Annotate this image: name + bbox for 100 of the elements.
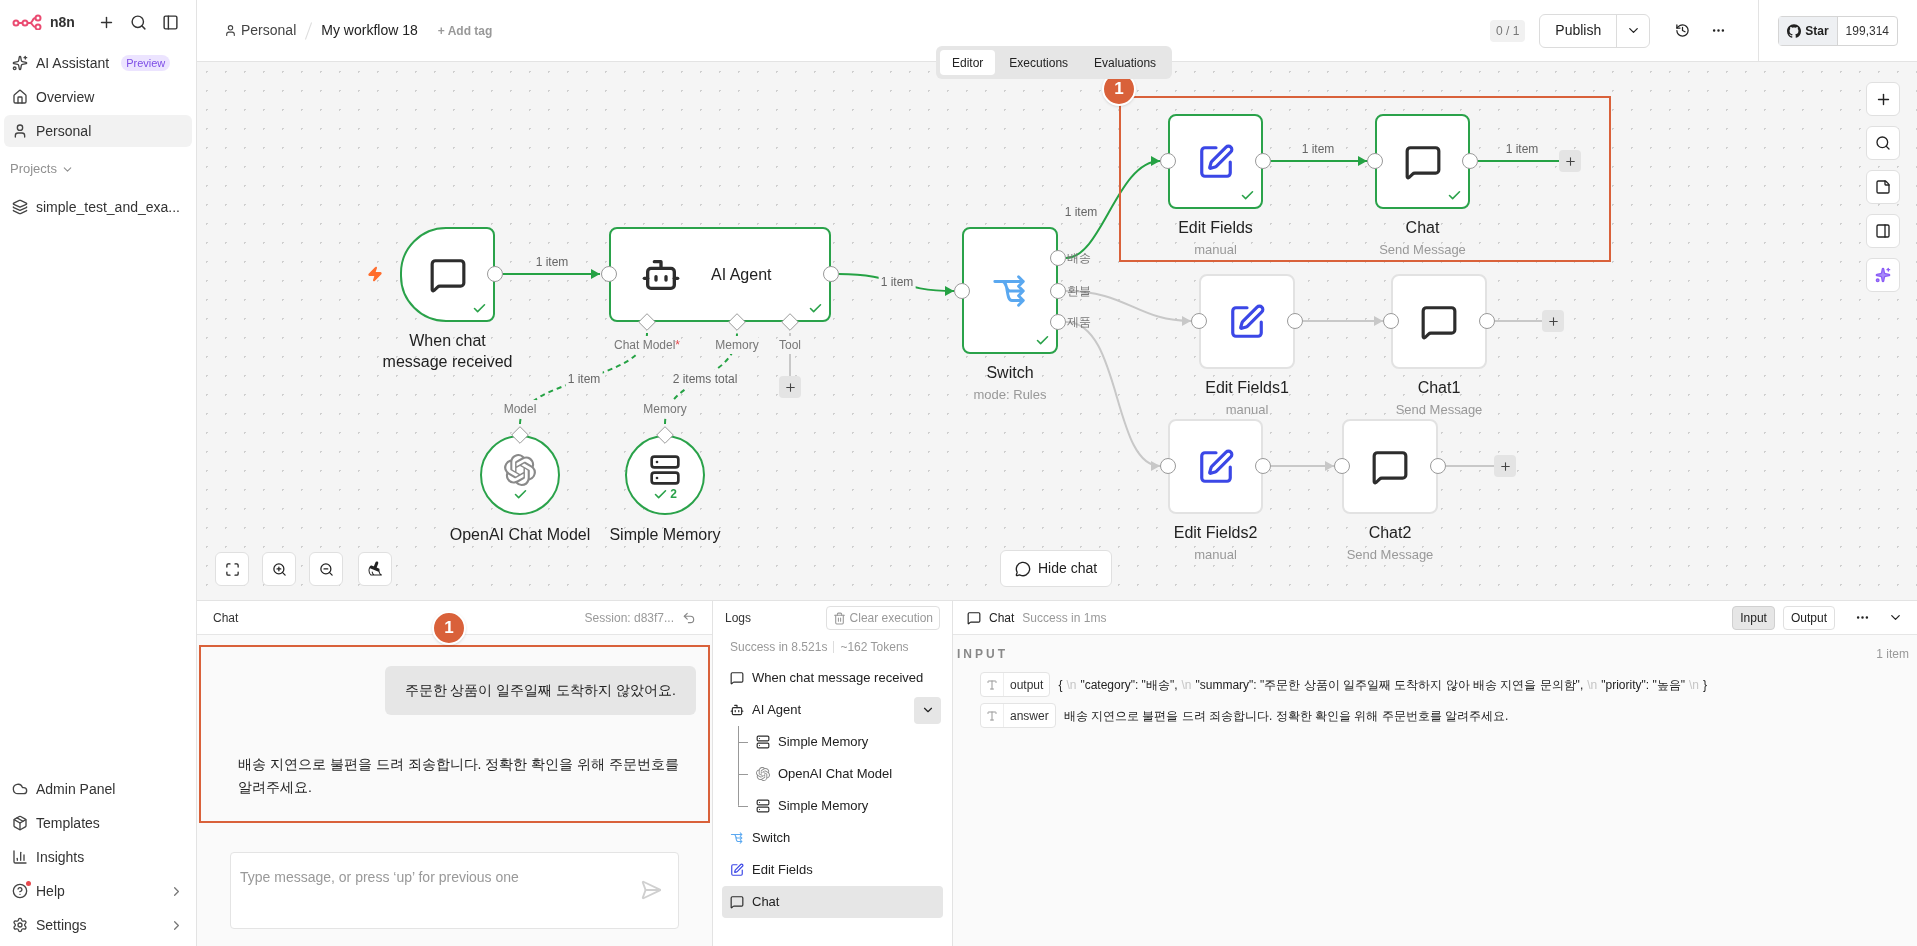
log-item[interactable]: Simple Memory bbox=[748, 726, 943, 758]
workflow-node[interactable] bbox=[1375, 114, 1470, 209]
item-count: 1 item bbox=[1876, 646, 1909, 663]
log-item[interactable]: Switch bbox=[722, 822, 943, 854]
star-count[interactable]: 199,314 bbox=[1837, 16, 1897, 45]
breadcrumb-link[interactable]: Personal bbox=[224, 20, 297, 41]
view-tab[interactable]: Output bbox=[1782, 605, 1835, 630]
text-type-icon bbox=[986, 709, 998, 722]
history-icon bbox=[1674, 23, 1690, 38]
connection-handle[interactable] bbox=[1050, 250, 1066, 266]
connection-handle[interactable] bbox=[1287, 313, 1303, 329]
connection-handle[interactable] bbox=[1255, 458, 1271, 474]
sidebar-item[interactable]: Admin Panel bbox=[4, 772, 192, 806]
connection-handle[interactable] bbox=[1383, 313, 1399, 329]
tidy-up-button[interactable] bbox=[358, 552, 392, 586]
connection-port[interactable] bbox=[638, 313, 656, 331]
node-label: Chat1 bbox=[1417, 378, 1461, 398]
connection-port[interactable] bbox=[656, 426, 674, 444]
connection-handle[interactable] bbox=[1334, 458, 1350, 474]
add-node-button[interactable] bbox=[1494, 455, 1516, 477]
search-button[interactable] bbox=[1866, 126, 1900, 160]
connection-handle[interactable] bbox=[823, 266, 839, 282]
add-node-button[interactable] bbox=[1866, 82, 1900, 116]
search-icon bbox=[129, 13, 147, 31]
node-subtitle: mode: Rules bbox=[973, 386, 1047, 404]
log-item[interactable]: AI Agent bbox=[722, 694, 914, 726]
node-label: When chat message received bbox=[381, 331, 514, 372]
port-label: Memory bbox=[715, 336, 759, 354]
connection-port[interactable] bbox=[781, 313, 799, 331]
connection-handle[interactable] bbox=[1191, 313, 1207, 329]
hide-chat-button[interactable]: Hide chat bbox=[1000, 550, 1113, 587]
sidebar-item[interactable]: Settings bbox=[4, 908, 192, 942]
log-item[interactable]: Edit Fields bbox=[722, 854, 943, 886]
fit-view-icon bbox=[224, 561, 240, 577]
reset-session-button[interactable] bbox=[682, 610, 696, 625]
connection-handle[interactable] bbox=[1430, 458, 1446, 474]
connection-handle[interactable] bbox=[1479, 313, 1495, 329]
sticky-note-icon bbox=[1875, 179, 1891, 195]
log-item[interactable]: Simple Memory bbox=[748, 790, 943, 822]
view-tab[interactable]: Evaluations bbox=[1082, 50, 1169, 75]
settings-icon bbox=[12, 917, 28, 933]
sticky-note-button[interactable] bbox=[1866, 170, 1900, 204]
plus-icon bbox=[1546, 314, 1560, 328]
connection-handle[interactable] bbox=[487, 266, 503, 282]
connection-handle[interactable] bbox=[1367, 153, 1383, 169]
connection-handle[interactable] bbox=[1050, 314, 1066, 330]
send-button[interactable] bbox=[640, 879, 662, 901]
port-label: 환불 bbox=[1067, 283, 1091, 300]
sidebar-item[interactable]: Insights bbox=[4, 840, 192, 874]
view-tab[interactable]: Executions bbox=[997, 50, 1081, 75]
expand-toggle[interactable] bbox=[914, 696, 941, 724]
version-counter: 0 / 1 bbox=[1490, 19, 1526, 42]
connection-handle[interactable] bbox=[1160, 153, 1176, 169]
bot-message: 배송 지연으로 불편을 드려 죄송합니다. 정확한 확인을 위해 주문번호를 알려주세요. bbox=[238, 755, 680, 797]
panel-toggle-button[interactable] bbox=[1866, 214, 1900, 248]
workflow-node[interactable] bbox=[400, 227, 495, 322]
log-item[interactable]: Chat bbox=[722, 886, 943, 918]
fit-view-button[interactable] bbox=[215, 552, 249, 586]
zoom-out-button[interactable] bbox=[309, 552, 343, 586]
undo-icon bbox=[682, 610, 696, 625]
edge-label: 1 item bbox=[565, 370, 603, 388]
add-node-button[interactable] bbox=[1559, 150, 1581, 172]
connection-handle[interactable] bbox=[1255, 153, 1271, 169]
server-icon bbox=[649, 454, 681, 486]
github-star-button[interactable]: Star bbox=[1779, 16, 1838, 45]
log-item[interactable]: OpenAI Chat Model bbox=[748, 758, 943, 790]
connection-handle[interactable] bbox=[1160, 458, 1176, 474]
add-node-button[interactable] bbox=[779, 376, 801, 398]
node-label: Edit Fields bbox=[1178, 218, 1253, 238]
view-tab[interactable]: Input bbox=[1732, 605, 1775, 630]
robot-icon bbox=[730, 703, 744, 717]
ai-button[interactable] bbox=[1866, 258, 1900, 292]
log-item[interactable]: When chat message received bbox=[722, 662, 943, 694]
connection-port[interactable] bbox=[511, 426, 529, 444]
workflow-title[interactable]: My workflow 18 bbox=[321, 20, 418, 41]
workflow-node[interactable] bbox=[962, 227, 1058, 354]
node-label: Edit Fields1 bbox=[1205, 378, 1289, 398]
sidebar-item[interactable]: AI Assistant Preview bbox=[4, 47, 192, 79]
connection-handle[interactable] bbox=[954, 283, 970, 299]
sidebar-item[interactable]: Templates bbox=[4, 806, 192, 840]
workflow-node[interactable] bbox=[1168, 114, 1263, 209]
chat-bubble-icon bbox=[967, 610, 981, 625]
add-node-button[interactable] bbox=[1542, 310, 1564, 332]
node-label: Simple Memory bbox=[609, 525, 721, 545]
connection-port[interactable] bbox=[728, 313, 746, 331]
connection-handle[interactable] bbox=[1050, 283, 1066, 299]
github-logo-icon bbox=[1787, 23, 1802, 38]
sidebar-item[interactable]: Help bbox=[4, 874, 192, 908]
connection-handle[interactable] bbox=[601, 266, 617, 282]
node-subtitle: Send Message bbox=[1395, 401, 1483, 419]
zoom-in-button[interactable] bbox=[262, 552, 296, 586]
connection-handle[interactable] bbox=[1462, 153, 1478, 169]
node-label: Edit Fields2 bbox=[1173, 523, 1258, 543]
sidebar-item[interactable]: Overview bbox=[4, 81, 192, 113]
view-tab[interactable]: Editor bbox=[940, 50, 996, 75]
sidebar-item[interactable]: Personal bbox=[4, 115, 192, 147]
node-subtitle: manual bbox=[1194, 241, 1237, 259]
project-item[interactable]: simple_test_and_exa... bbox=[4, 191, 192, 223]
workflow-node[interactable]: AI Agent bbox=[609, 227, 831, 322]
help-icon bbox=[12, 883, 28, 899]
